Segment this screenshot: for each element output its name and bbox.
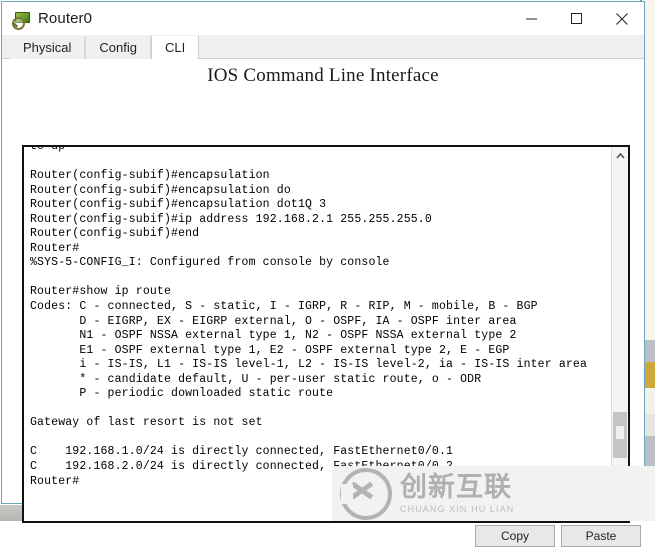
scrollbar-track[interactable] [612,164,628,504]
terminal-text: to up Router(config-subif)#encapsulation… [30,147,587,489]
terminal-line: Router# [30,241,80,255]
window-titlebar: Router0 [2,2,644,35]
terminal-line: E1 - OSPF external type 1, E2 - OSPF ext… [30,343,510,357]
tab-config[interactable]: Config [85,37,151,59]
terminal-line: to up [30,147,587,155]
cli-panel: IOS Command Line Interface to up Router(… [2,59,644,547]
terminal-line: Gateway of last resort is not set [30,416,263,430]
terminal-line: Router#show ip route [30,285,172,299]
terminal-line: Codes: C - connected, S - static, I - IG… [30,300,538,314]
page-title: IOS Command Line Interface [207,65,439,86]
router-window: Router0 Physical Config CLI IOS Command … [1,1,645,547]
paste-button[interactable]: Paste [561,525,641,547]
chevron-up-icon[interactable] [612,147,628,164]
terminal-line: P - periodic downloaded static route [30,387,334,401]
terminal-line: %SYS-5-CONFIG_I: Configured from console… [30,256,390,270]
window-controls [509,2,644,35]
window-title: Router0 [38,10,93,27]
tab-cli[interactable]: CLI [151,36,200,59]
terminal-line: Router(config-subif)#encapsulation do [30,183,291,197]
terminal-scrollbar[interactable] [611,147,628,521]
terminal-line: Router(config-subif)#encapsulation dot1Q… [30,198,327,212]
terminal-line: * - candidate default, U - per-user stat… [30,372,482,386]
router-magnifier-icon [12,10,30,30]
terminal-output[interactable]: to up Router(config-subif)#encapsulation… [24,147,611,521]
terminal-line: C 192.168.2.0/24 is directly connected, … [30,460,454,474]
terminal-line: D - EIGRP, EX - EIGRP external, O - OSPF… [30,314,517,328]
maximize-icon[interactable] [554,2,599,35]
terminal-line: Router(config-subif)#end [30,227,200,241]
terminal-line: Router(config-subif)#encapsulation [30,169,270,183]
terminal-container: to up Router(config-subif)#encapsulation… [22,145,630,523]
minimize-icon[interactable] [509,2,554,35]
terminal-line: Router# [30,474,80,488]
terminal-line: C 192.168.1.0/24 is directly connected, … [30,445,454,459]
tab-strip: Physical Config CLI [2,35,644,59]
close-icon[interactable] [599,2,644,35]
terminal-line: i - IS-IS, L1 - IS-IS level-1, L2 - IS-I… [30,358,588,372]
terminal-line: Router(config-subif)#ip address 192.168.… [30,212,432,226]
chevron-down-icon[interactable] [612,504,628,521]
button-row: Copy Paste [2,523,641,553]
copy-button[interactable]: Copy [475,525,555,547]
terminal-line: N1 - OSPF NSSA external type 1, N2 - OSP… [30,329,517,343]
scrollbar-thumb[interactable] [613,412,627,458]
tab-physical[interactable]: Physical [10,37,86,59]
